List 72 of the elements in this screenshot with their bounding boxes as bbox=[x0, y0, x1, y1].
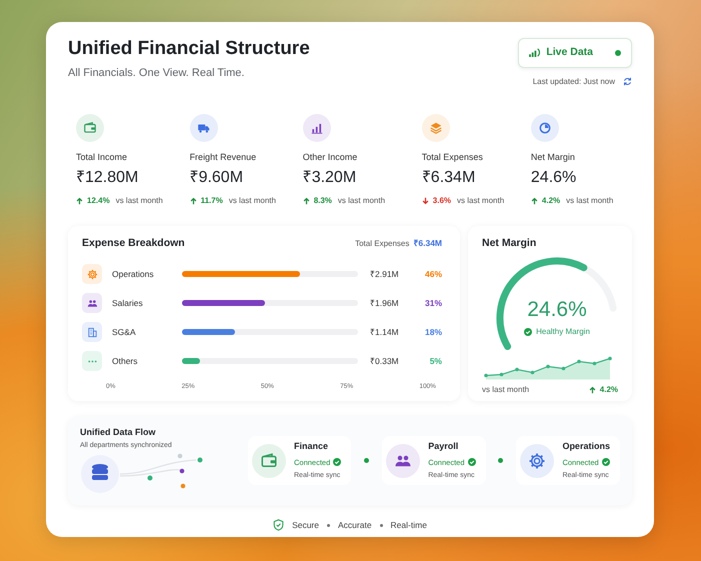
database-icon bbox=[80, 454, 120, 494]
total-value: ₹6.34M bbox=[413, 237, 442, 250]
change-value: 4.2% bbox=[542, 195, 560, 208]
section-title: Unified Data Flow bbox=[80, 426, 157, 439]
gear-icon bbox=[86, 268, 98, 280]
amount-value: ₹1.14M bbox=[370, 326, 400, 338]
section-title: Net Margin bbox=[482, 236, 538, 251]
separator-dot bbox=[380, 524, 383, 527]
status-text: Healthy Margin bbox=[536, 326, 590, 338]
comparison-text: vs last month bbox=[566, 195, 614, 208]
people-icon bbox=[86, 298, 98, 308]
pie-chart-icon bbox=[538, 120, 552, 135]
department-name: Payroll bbox=[428, 440, 460, 454]
signal-icon bbox=[529, 48, 540, 58]
refresh-icon[interactable] bbox=[623, 77, 632, 86]
kpi-label: Freight Revenue bbox=[190, 150, 258, 164]
building-icon bbox=[86, 326, 98, 338]
gauge-value: 24.6% bbox=[526, 296, 588, 322]
comparison-text: vs last month bbox=[457, 195, 504, 208]
category-name: Others bbox=[112, 354, 139, 368]
change-value: 11.7% bbox=[200, 195, 223, 208]
share-value: 18% bbox=[424, 326, 442, 338]
kpi-value: ₹9.60M bbox=[190, 168, 244, 188]
share-value: 46% bbox=[424, 268, 442, 280]
amount-value: ₹2.91M bbox=[370, 268, 400, 280]
wallet-icon bbox=[83, 120, 97, 135]
section-title: Expense Breakdown bbox=[82, 236, 185, 251]
page-subtitle: All Financials. One View. Real Time. bbox=[68, 66, 246, 81]
comparison-text: vs last month bbox=[116, 195, 163, 208]
live-data-button[interactable]: Live Data bbox=[518, 38, 632, 68]
category-name: Operations bbox=[112, 268, 155, 280]
feature-text: Real-time bbox=[390, 518, 427, 532]
kpi-label: Net Margin bbox=[530, 150, 576, 164]
comparison-text: vs last month bbox=[228, 195, 276, 208]
amount-value: ₹0.33M bbox=[370, 354, 400, 368]
connector-dot bbox=[498, 458, 504, 464]
feature-text: Accurate bbox=[338, 518, 372, 532]
department-name: Operations bbox=[562, 440, 610, 454]
share-value: 5% bbox=[430, 354, 442, 368]
separator-dot bbox=[327, 524, 330, 527]
gear-icon bbox=[528, 452, 546, 470]
kpi-value: ₹6.34M bbox=[422, 168, 476, 188]
page-title: Unified Financial Structure bbox=[68, 38, 310, 61]
change-value: 3.6% bbox=[432, 195, 452, 208]
change-value: 8.3% bbox=[314, 195, 332, 208]
kpi-value: ₹12.80M bbox=[76, 168, 140, 188]
check-circle-icon bbox=[524, 328, 532, 336]
layers-icon bbox=[428, 120, 443, 135]
shield-icon bbox=[273, 519, 284, 532]
amount-value: ₹1.96M bbox=[370, 296, 400, 310]
kpi-value: ₹3.20M bbox=[302, 168, 358, 188]
kpi-label: Other Income bbox=[302, 150, 358, 164]
connector-dot bbox=[364, 458, 370, 464]
kpi-label: Total Income bbox=[76, 150, 128, 164]
category-name: Salaries bbox=[112, 296, 144, 310]
share-value: 31% bbox=[424, 296, 442, 310]
comparison-text: vs last month bbox=[338, 195, 386, 208]
kpi-value: 24.6% bbox=[530, 168, 578, 188]
kpi-label: Total Expenses bbox=[422, 150, 484, 164]
change-value: 12.4% bbox=[87, 195, 110, 208]
check-circle-icon bbox=[602, 458, 610, 466]
comparison-text: vs last month bbox=[482, 384, 530, 396]
total-label: Total Expenses bbox=[355, 238, 410, 250]
department-name: Finance bbox=[294, 440, 330, 454]
last-updated-text: Last updated: Just now bbox=[532, 76, 615, 88]
check-circle-icon bbox=[333, 458, 342, 466]
feature-text: Secure bbox=[292, 518, 319, 532]
check-circle-icon bbox=[468, 458, 476, 466]
category-name: SG&A bbox=[112, 326, 137, 338]
wallet-icon bbox=[260, 452, 278, 470]
status-dot bbox=[615, 50, 621, 56]
change-value: 4.2% bbox=[600, 384, 618, 396]
